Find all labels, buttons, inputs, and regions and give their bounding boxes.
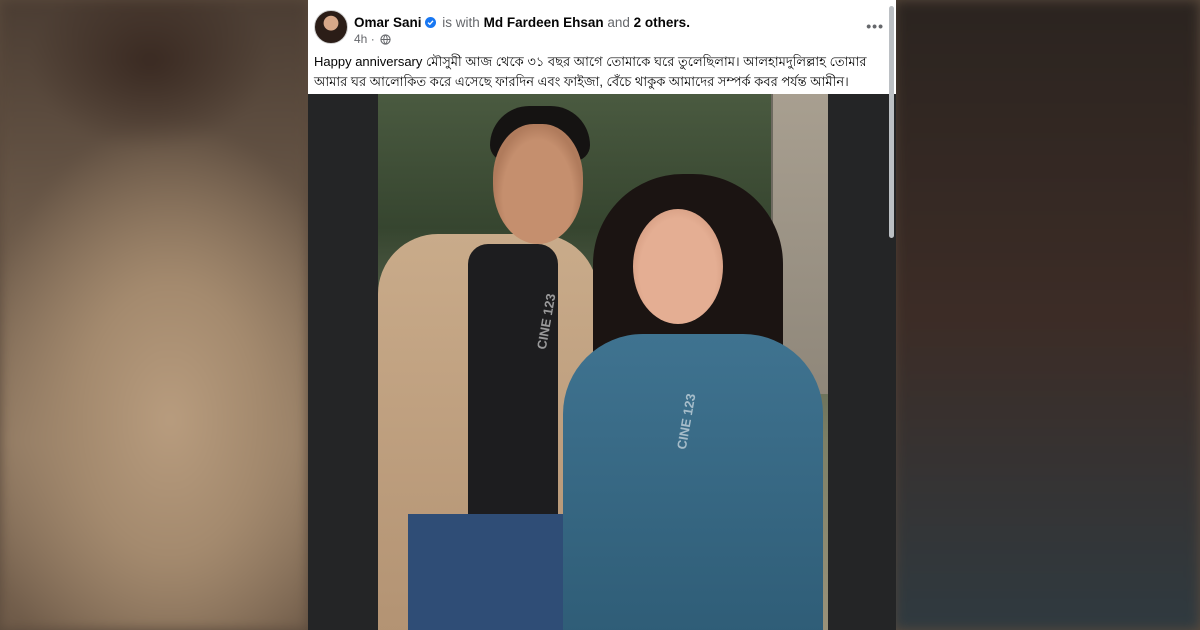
post-header: Omar Sani is with Md Fardeen Ehsan and 2…	[308, 0, 896, 46]
post-photo[interactable]: CINE 123 CINE 123	[378, 94, 828, 630]
post-header-line: Omar Sani is with Md Fardeen Ehsan and 2…	[354, 15, 690, 30]
meta-separator: ·	[370, 32, 375, 46]
author-name[interactable]: Omar Sani	[354, 15, 422, 30]
blurred-backdrop-right	[894, 0, 1200, 630]
avatar[interactable]	[314, 10, 348, 44]
more-options-icon[interactable]: •••	[866, 18, 884, 34]
globe-icon[interactable]	[380, 34, 391, 48]
photo-woman-face	[633, 209, 723, 324]
post-meta: 4h ·	[354, 32, 391, 48]
photo-man-shirt	[468, 244, 558, 524]
verified-badge-icon	[424, 17, 436, 28]
tagged-person-link[interactable]: Md Fardeen Ehsan	[484, 15, 604, 30]
photo-woman-dress	[563, 334, 823, 630]
scrollbar[interactable]	[889, 6, 894, 238]
blurred-backdrop-left	[0, 0, 308, 630]
post-time[interactable]: 4h	[354, 32, 367, 46]
is-with-text: is with	[442, 15, 480, 30]
post-text-line-2: আমার ঘর আলোকিত করে এসেছে ফারদিন এবং ফাইজ…	[314, 74, 849, 89]
photo-man-head	[493, 124, 583, 244]
others-link[interactable]: 2 others.	[634, 15, 690, 30]
and-text: and	[607, 15, 630, 30]
post-text: Happy anniversary মৌসুমী আজ থেকে ৩১ বছর …	[314, 52, 896, 92]
photo-frame: CINE 123 CINE 123	[308, 94, 896, 630]
facebook-post: Omar Sani is with Md Fardeen Ehsan and 2…	[308, 0, 896, 630]
photo-man-jeans	[408, 514, 578, 630]
post-text-line-1: Happy anniversary মৌসুমী আজ থেকে ৩১ বছর …	[314, 54, 867, 69]
